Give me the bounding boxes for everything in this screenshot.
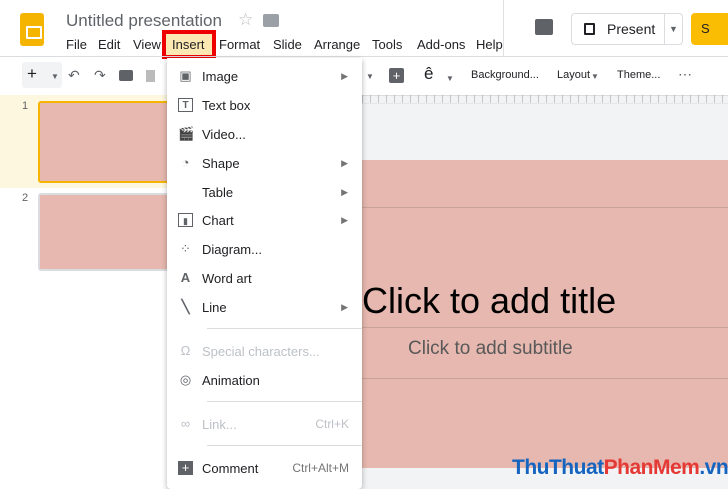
menu-item-comment[interactable]: + Comment Ctrl+Alt+M (167, 455, 362, 483)
menu-item-text-box[interactable]: T Text box (167, 92, 362, 120)
slide-number: 2 (22, 192, 29, 204)
menu-item-chart[interactable]: ▮ Chart ▶ (167, 207, 362, 235)
line-icon: ╲ (181, 299, 190, 314)
divider (503, 0, 504, 56)
image-icon: ▣ (179, 68, 192, 83)
present-dropdown-icon[interactable]: ▼ (669, 24, 678, 34)
document-title[interactable]: Untitled presentation (66, 11, 222, 31)
divider (0, 56, 728, 57)
menu-item-table[interactable]: Table ▶ (167, 179, 362, 207)
menu-item-word-art[interactable]: A Word art (167, 265, 362, 293)
folder-icon[interactable] (263, 14, 279, 27)
slide-thumbnail-2[interactable] (38, 193, 178, 271)
menu-item-video[interactable]: 🎬 Video... (167, 121, 362, 149)
link-icon: ∞ (180, 416, 191, 431)
menu-item-animation[interactable]: ◎ Animation (167, 367, 362, 395)
comment-icon: + (178, 461, 193, 475)
menu-item-label: Link... (202, 417, 237, 432)
shortcut-label: Ctrl+Alt+M (292, 461, 349, 475)
menu-separator (207, 445, 362, 446)
slides-logo[interactable] (20, 13, 44, 46)
menu-view[interactable]: View (133, 37, 161, 52)
menu-item-label: Line (202, 300, 227, 315)
menu-item-label: Animation (202, 373, 260, 388)
menu-item-label: Diagram... (202, 242, 262, 257)
menu-tools[interactable]: Tools (372, 37, 402, 52)
share-button[interactable]: S (691, 13, 728, 45)
ruler (362, 95, 728, 104)
layout-button[interactable]: Layout (557, 69, 590, 81)
submenu-arrow-icon: ▶ (341, 187, 348, 197)
chevron-down-icon[interactable]: ▼ (446, 74, 454, 83)
video-icon: 🎬 (178, 126, 195, 141)
menu-item-label: Word art (202, 271, 252, 286)
diagram-icon: ⁘ (180, 241, 191, 256)
watermark: ThuThuatPhanMem.vn (512, 456, 728, 479)
shortcut-label: Ctrl+K (315, 417, 349, 431)
menu-separator (207, 401, 362, 402)
submenu-arrow-icon: ▶ (341, 215, 348, 225)
menu-item-line[interactable]: ╲ Line ▶ (167, 294, 362, 322)
title-placeholder[interactable]: Click to add title (362, 280, 616, 322)
menu-item-image[interactable]: ▣ Image ▶ (167, 63, 362, 91)
animation-icon: ◎ (179, 372, 192, 387)
menu-item-label: Comment (202, 461, 259, 476)
omega-icon: Ω (180, 343, 191, 358)
star-icon[interactable]: ☆ (238, 10, 253, 30)
menu-addons[interactable]: Add-ons (417, 37, 465, 52)
shape-icon: ◔ (181, 155, 190, 170)
guide-line (340, 207, 728, 208)
subtitle-placeholder[interactable]: Click to add subtitle (408, 338, 573, 360)
word-art-icon: A (180, 270, 191, 285)
divider (664, 14, 665, 44)
menu-help[interactable]: Help (476, 37, 503, 52)
text-box-icon: T (178, 98, 193, 112)
chevron-down-icon[interactable]: ▼ (366, 72, 374, 81)
plus-icon: + (27, 64, 37, 83)
menu-item-special-characters: Ω Special characters... (167, 338, 362, 366)
menu-item-label: Video... (202, 127, 246, 142)
menu-item-label: Image (202, 69, 239, 84)
theme-button[interactable]: Theme... (617, 69, 660, 81)
share-label: S (701, 21, 710, 36)
menu-slide[interactable]: Slide (273, 37, 302, 52)
slide-number: 1 (22, 100, 29, 112)
slide-thumbnail-1[interactable] (38, 101, 178, 183)
submenu-arrow-icon: ▶ (341, 71, 348, 81)
menu-item-label: Shape (202, 156, 240, 171)
menu-file[interactable]: File (66, 37, 87, 52)
insert-dropdown-menu: ▣ Image ▶ T Text box 🎬 Video... ◔ Shape ▶ Tabl… (167, 58, 362, 489)
submenu-arrow-icon: ▶ (341, 302, 348, 312)
menu-item-label: Chart (202, 213, 234, 228)
undo-icon[interactable]: ↶ (68, 67, 80, 84)
print-icon[interactable] (119, 70, 133, 81)
menu-item-label: Special characters... (202, 344, 320, 359)
menu-item-diagram[interactable]: ⁘ Diagram... (167, 236, 362, 264)
guide-line (340, 378, 728, 379)
background-button[interactable]: Background... (471, 69, 539, 81)
submenu-arrow-icon: ▶ (341, 158, 348, 168)
add-comment-icon[interactable]: + (389, 68, 404, 83)
menu-item-link: ∞ Link... Ctrl+K (167, 411, 362, 439)
menu-item-label: Table (202, 185, 234, 200)
menu-arrange[interactable]: Arrange (314, 37, 360, 52)
menu-separator (207, 328, 362, 329)
menu-item-label: Text box (202, 98, 251, 113)
more-options-icon[interactable]: ⋯ (678, 66, 692, 83)
present-icon (584, 23, 595, 35)
guide-line (340, 327, 728, 328)
redo-icon[interactable]: ↷ (94, 67, 106, 84)
menu-item-shape[interactable]: ◔ Shape ▶ (167, 150, 362, 178)
present-label: Present (607, 21, 656, 37)
menu-edit[interactable]: Edit (98, 37, 120, 52)
menu-insert[interactable]: Insert (172, 37, 205, 52)
menu-format[interactable]: Format (219, 37, 260, 52)
input-tools-icon[interactable]: ê (424, 64, 433, 84)
chart-icon: ▮ (178, 213, 193, 227)
paint-format-icon[interactable] (146, 70, 155, 82)
chevron-down-icon: ▼ (591, 72, 599, 81)
chevron-down-icon[interactable]: ▼ (51, 72, 59, 81)
comment-history-icon[interactable] (535, 19, 553, 35)
